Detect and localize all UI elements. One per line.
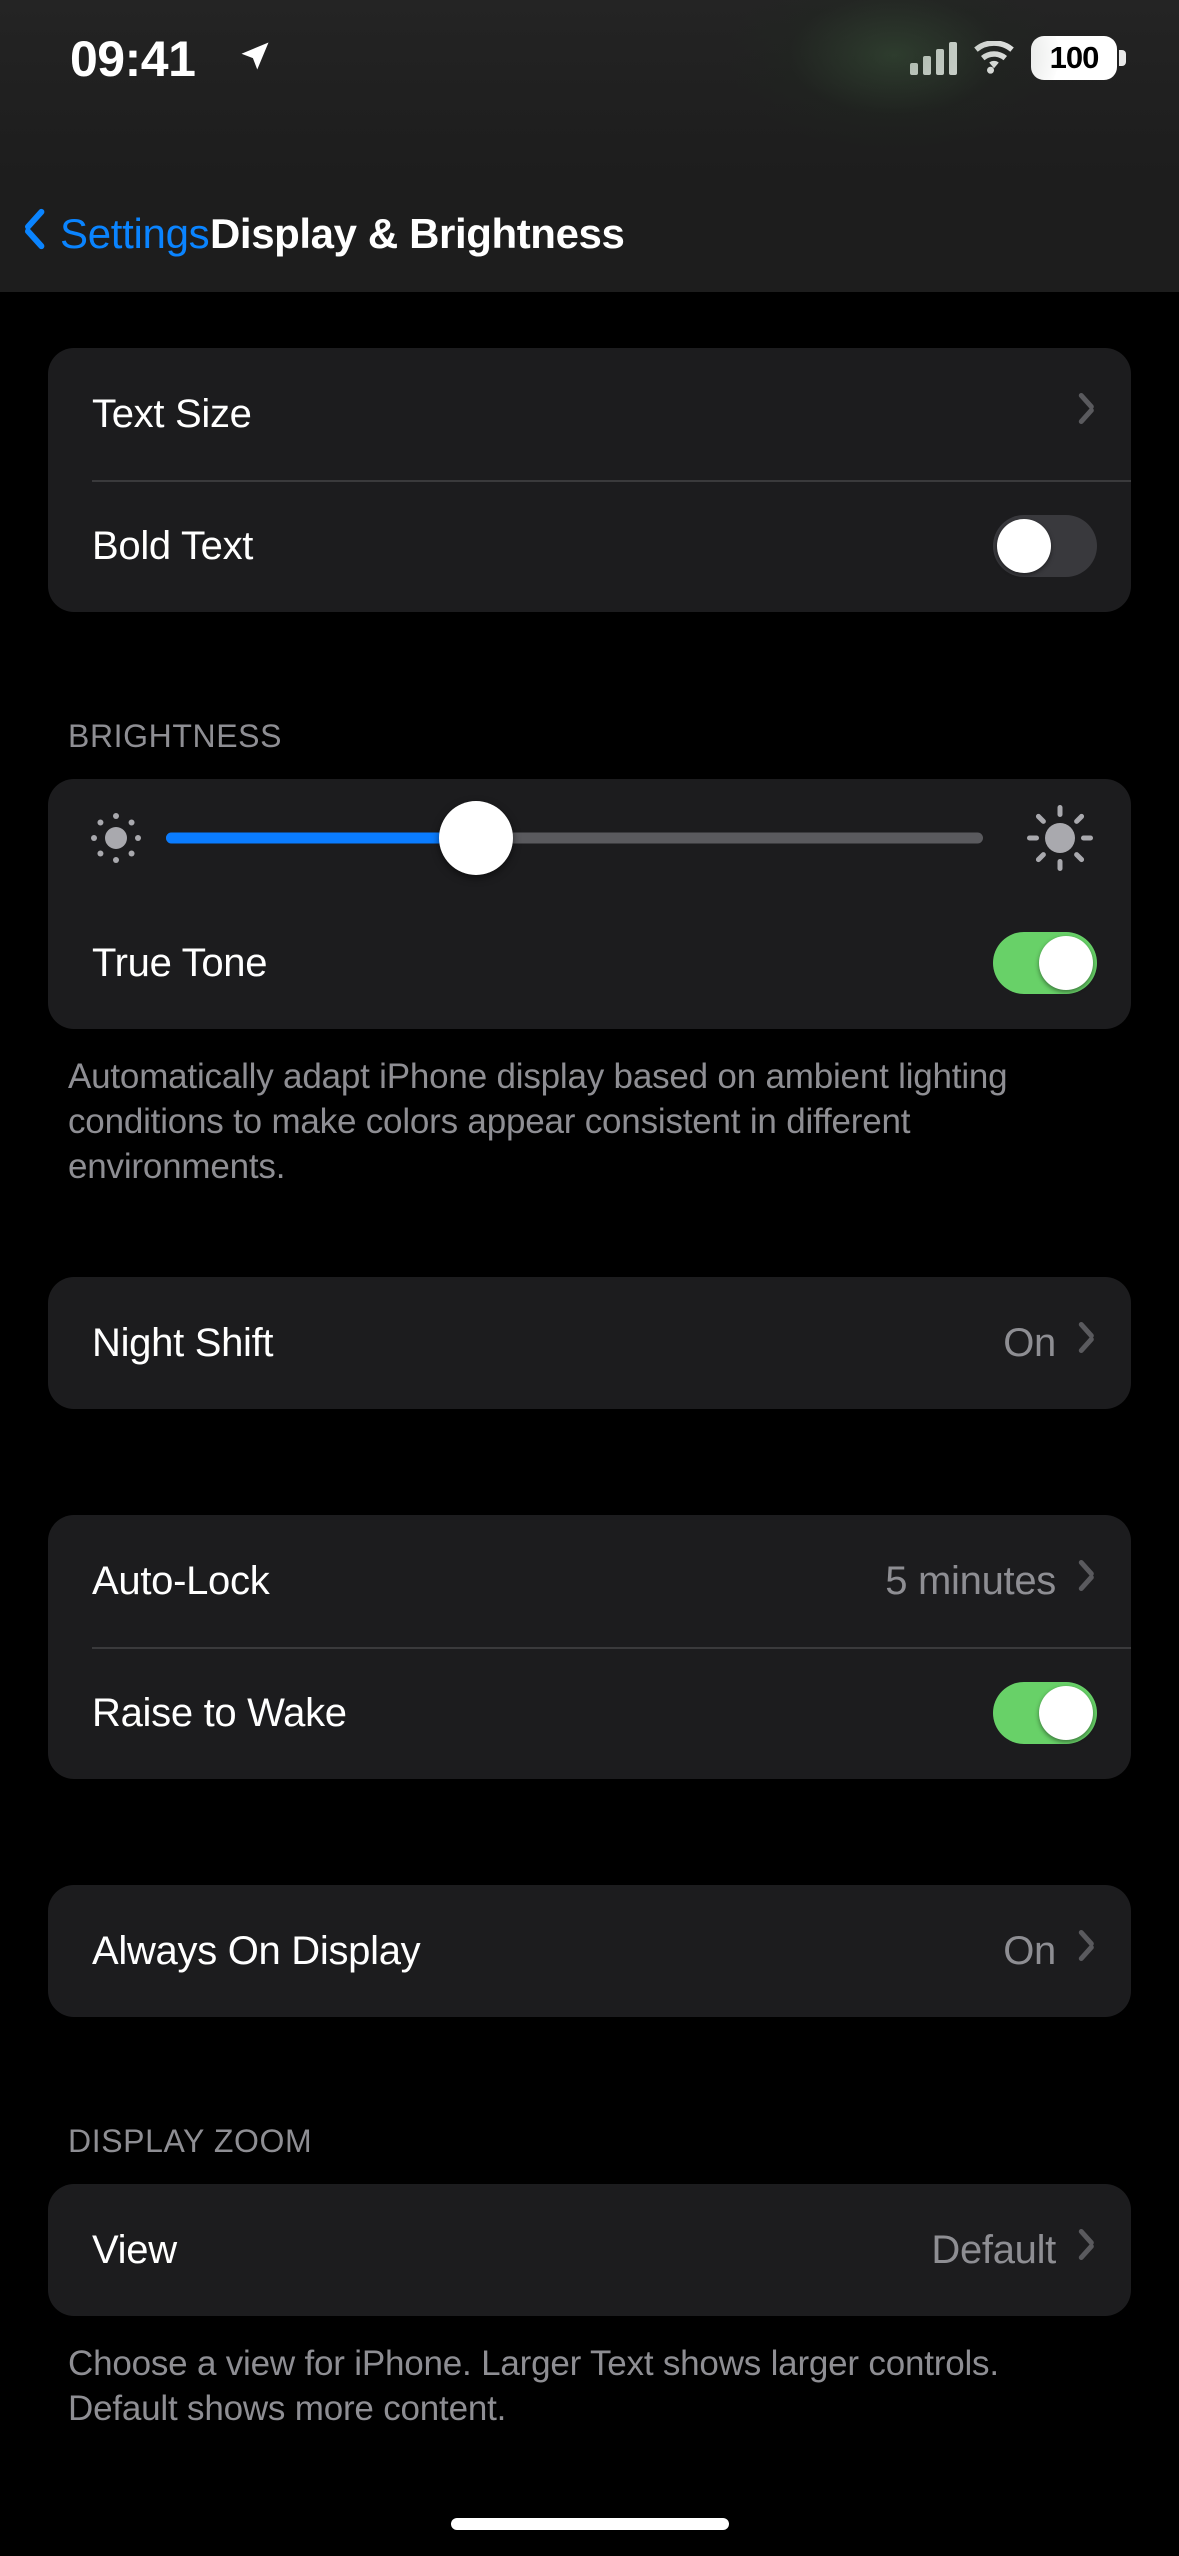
toggle-knob — [1039, 936, 1093, 990]
row-label: True Tone — [92, 940, 268, 985]
slider-knob[interactable] — [439, 801, 514, 875]
brightness-group: True Tone — [48, 779, 1131, 1029]
page-title: Display & Brightness — [210, 209, 625, 257]
navigation-bar: Settings Display & Brightness — [0, 175, 1179, 292]
toggle-knob — [1039, 1686, 1093, 1741]
row-value: On — [1003, 1320, 1056, 1365]
chevron-right-icon — [1080, 1566, 1097, 1596]
bold-text-toggle[interactable] — [993, 515, 1097, 577]
row-value: Default — [931, 2227, 1056, 2272]
back-button[interactable]: Settings — [22, 175, 219, 292]
row-true-tone[interactable]: True Tone — [48, 897, 1131, 1029]
brightness-slider[interactable] — [166, 801, 983, 875]
chevron-right-icon — [1080, 399, 1097, 429]
location-arrow-icon — [237, 38, 273, 79]
row-label: Night Shift — [92, 1320, 274, 1365]
chevron-right-icon — [1080, 1328, 1097, 1358]
row-value: On — [1003, 1928, 1056, 1973]
lock-group: Auto-Lock 5 minutes Raise to Wake — [48, 1515, 1131, 1780]
iphone-screen: 09:41 100 Settings Display & Brightness — [0, 0, 1179, 2556]
night-shift-group: Night Shift On — [48, 1277, 1131, 1410]
row-brightness-slider — [48, 779, 1131, 897]
row-bold-text[interactable]: Bold Text — [48, 480, 1131, 612]
row-label: Auto-Lock — [92, 1558, 270, 1603]
settings-list: Text Size Bold Text BRIGHTNESS True Tone… — [0, 292, 1179, 2432]
cellular-bars-icon — [910, 41, 957, 75]
slider-fill — [166, 832, 477, 844]
chevron-left-icon — [22, 212, 48, 256]
always-on-display-group: Always On Display On — [48, 1885, 1131, 2018]
status-bar-time: 09:41 — [70, 31, 196, 87]
display-zoom-footer-text: Choose a view for iPhone. Larger Text sh… — [68, 2344, 999, 2429]
battery-percent-label: 100 — [1049, 40, 1100, 75]
battery-indicator: 100 — [1031, 36, 1126, 80]
raise-to-wake-toggle[interactable] — [993, 1682, 1097, 1745]
row-label: Bold Text — [92, 523, 254, 568]
row-label: Always On Display — [92, 1928, 421, 1973]
wifi-icon — [974, 41, 1014, 74]
home-indicator[interactable] — [450, 2518, 729, 2530]
brightness-footer-text: Automatically adapt iPhone display based… — [68, 1057, 1008, 1186]
row-night-shift[interactable]: Night Shift On — [48, 1277, 1131, 1409]
row-label: View — [92, 2227, 177, 2272]
chevron-right-icon — [1080, 1936, 1097, 1966]
chevron-right-icon — [1080, 2235, 1097, 2265]
section-header-display-zoom: DISPLAY ZOOM — [68, 2123, 313, 2160]
text-settings-group: Text Size Bold Text — [48, 348, 1131, 612]
true-tone-toggle[interactable] — [993, 932, 1097, 994]
status-bar-indicators: 100 — [910, 36, 1126, 80]
row-label: Raise to Wake — [92, 1690, 347, 1735]
section-header-brightness: BRIGHTNESS — [68, 718, 283, 754]
row-label: Text Size — [92, 391, 252, 436]
sun-small-icon — [88, 810, 144, 866]
sun-large-icon — [1023, 801, 1097, 875]
toggle-knob — [997, 519, 1051, 573]
row-value: 5 minutes — [885, 1558, 1056, 1603]
row-always-on-display[interactable]: Always On Display On — [48, 1885, 1131, 2017]
row-auto-lock[interactable]: Auto-Lock 5 minutes — [48, 1515, 1131, 1647]
row-view[interactable]: View Default — [48, 2184, 1131, 2316]
row-text-size[interactable]: Text Size — [48, 348, 1131, 480]
back-button-label: Settings — [60, 209, 210, 257]
display-zoom-group: View Default — [48, 2184, 1131, 2317]
row-raise-to-wake[interactable]: Raise to Wake — [48, 1647, 1131, 1779]
status-bar: 09:41 100 — [0, 0, 1179, 175]
